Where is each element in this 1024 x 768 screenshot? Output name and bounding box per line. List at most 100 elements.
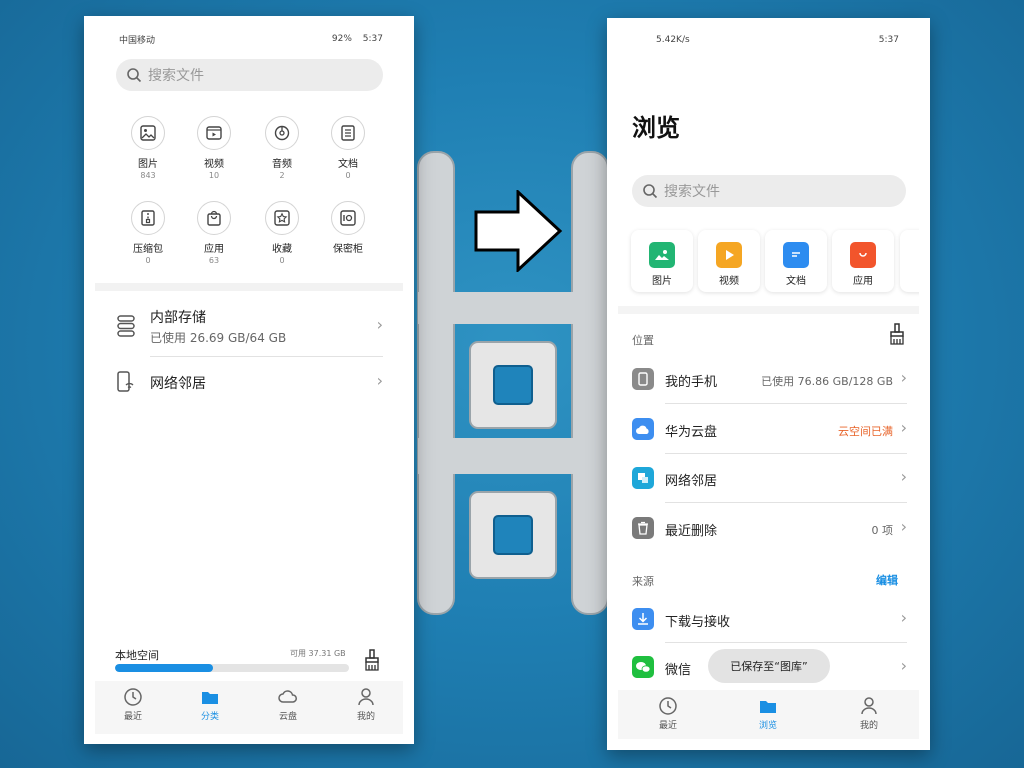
location-title: 最近删除 xyxy=(665,523,718,539)
location-row-huawei-cloud[interactable]: 华为云盘 云空间已满 › xyxy=(618,405,919,454)
category-zip[interactable]: 压缩包 0 xyxy=(118,201,178,265)
section-gap xyxy=(618,306,919,314)
storage-progress-bar xyxy=(115,664,349,672)
location-title: 华为云盘 xyxy=(665,424,718,440)
storage-title: 内部存储 xyxy=(150,310,206,326)
document-icon xyxy=(331,116,365,150)
audio-icon xyxy=(265,116,299,150)
quick-card-partial[interactable] xyxy=(900,230,919,292)
category-label: 视频 xyxy=(204,159,224,170)
chevron-right-icon: › xyxy=(900,516,907,536)
tab-category[interactable]: 分类 xyxy=(180,687,240,722)
download-icon xyxy=(632,608,654,630)
source-section-header: 来源 xyxy=(632,575,654,588)
tab-recent[interactable]: 最近 xyxy=(638,696,698,731)
category-count: 0 xyxy=(279,256,285,265)
quick-card-label: 图片 xyxy=(652,276,672,287)
cleanup-broom-icon[interactable] xyxy=(888,323,906,349)
tab-browse[interactable]: 浏览 xyxy=(738,696,798,731)
location-row-network-neighborhood[interactable]: 网络邻居 › xyxy=(618,454,919,503)
edit-sources-link[interactable]: 编辑 xyxy=(876,572,898,588)
quick-card-label: 视频 xyxy=(719,276,739,287)
quick-card-label: 文档 xyxy=(786,276,806,287)
category-count: 2 xyxy=(279,171,285,180)
local-space-label: 本地空间 xyxy=(115,649,159,662)
chevron-right-icon: › xyxy=(900,368,907,387)
category-app-bag[interactable]: 应用 63 xyxy=(184,201,244,265)
category-safe[interactable]: 保密柜 xyxy=(318,201,378,255)
tab-cloud[interactable]: 云盘 xyxy=(258,687,318,722)
source-title: 下载与接收 xyxy=(665,615,731,630)
category-count: 843 xyxy=(140,171,156,180)
category-label: 保密柜 xyxy=(333,244,363,255)
quick-card-document[interactable]: 文档 xyxy=(765,230,827,292)
category-star[interactable]: 收藏 0 xyxy=(252,201,312,265)
tab-label: 浏览 xyxy=(758,721,777,731)
category-count: 63 xyxy=(208,256,220,265)
category-count: 0 xyxy=(345,171,351,180)
quick-card-label: 应用 xyxy=(853,276,873,287)
tab-recent[interactable]: 最近 xyxy=(103,687,163,722)
battery-label: 92% xyxy=(331,34,352,44)
left-phone-screen: 中国移动 92% 5:37 搜索文件 图片 843 视频 10 音频 2 文档 0 压缩包 0 应用… xyxy=(95,29,403,734)
tab-label: 我的 xyxy=(356,712,375,722)
tab-mine[interactable]: 我的 xyxy=(336,687,396,722)
tab-label: 云盘 xyxy=(278,712,297,722)
location-row-my-phone[interactable]: 我的手机 已使用 76.86 GB/128 GB › xyxy=(618,355,919,404)
quick-card-app[interactable]: 应用 xyxy=(832,230,894,292)
chevron-right-icon: › xyxy=(900,608,907,627)
tab-mine[interactable]: 我的 xyxy=(839,696,899,731)
tab-label: 我的 xyxy=(859,721,878,731)
app-app-icon xyxy=(850,242,876,268)
phone-icon xyxy=(632,368,654,390)
internal-storage-row[interactable]: 内部存储 已使用 26.69 GB/64 GB › xyxy=(95,301,403,357)
category-label: 压缩包 xyxy=(133,244,163,255)
location-detail: 云空间已满 xyxy=(838,424,893,438)
category-document[interactable]: 文档 0 xyxy=(318,116,378,180)
category-image[interactable]: 图片 843 xyxy=(118,116,178,180)
network-phone-icon xyxy=(117,371,135,397)
network-neighborhood-row[interactable]: 网络邻居 › xyxy=(95,363,403,403)
carrier-label: 中国移动 xyxy=(119,35,156,46)
quick-card-gallery[interactable]: 图片 xyxy=(631,230,693,292)
network-title: 网络邻居 xyxy=(150,376,206,392)
arrow-right-icon xyxy=(474,190,563,272)
search-icon xyxy=(642,183,658,199)
chevron-right-icon: › xyxy=(376,315,383,334)
category-video[interactable]: 视频 10 xyxy=(184,116,244,180)
search-placeholder: 搜索文件 xyxy=(148,68,204,84)
source-row-downloads[interactable]: 下载与接收 › xyxy=(618,595,919,643)
wechat-icon xyxy=(632,656,654,678)
chevron-right-icon: › xyxy=(900,656,907,675)
time-label: 5:37 xyxy=(362,34,383,44)
location-title: 网络邻居 xyxy=(665,474,718,489)
trash-icon xyxy=(632,516,654,539)
video-icon xyxy=(197,116,231,150)
category-label: 图片 xyxy=(138,159,158,170)
storage-progress-fill xyxy=(115,664,214,672)
bottom-tab-bar: 最近 浏览 我的 xyxy=(618,690,919,739)
category-label: 收藏 xyxy=(272,244,292,255)
recent-icon xyxy=(638,696,698,716)
available-space: 可用 37.31 GB xyxy=(290,649,346,658)
right-phone-screen: 5.42K/s 5:37 浏览 搜索文件 图片 视频 文档 应用 位置 我的手机 已使用… xyxy=(618,30,919,739)
category-label: 文档 xyxy=(338,159,358,170)
status-bar: 中国移动 92% 5:37 xyxy=(95,29,403,49)
local-space-panel: 本地空间 可用 37.31 GB xyxy=(95,639,403,683)
category-label: 音频 xyxy=(272,159,292,170)
cleanup-broom-icon[interactable] xyxy=(363,649,381,675)
video-app-icon xyxy=(716,242,742,268)
category-count: 0 xyxy=(145,256,151,265)
cloud-icon xyxy=(632,417,654,440)
category-count: 10 xyxy=(208,171,220,180)
zip-icon xyxy=(131,201,165,235)
section-gap xyxy=(95,283,403,291)
tab-label: 最近 xyxy=(123,712,142,722)
search-input[interactable]: 搜索文件 xyxy=(116,59,383,91)
category-audio[interactable]: 音频 2 xyxy=(252,116,312,180)
toast-text: 已保存至“图库” xyxy=(730,660,808,673)
search-input[interactable]: 搜索文件 xyxy=(632,175,906,207)
quick-card-video[interactable]: 视频 xyxy=(698,230,760,292)
browse-icon xyxy=(738,696,798,716)
location-row-recently-deleted[interactable]: 最近删除 0 项 › xyxy=(618,504,919,553)
